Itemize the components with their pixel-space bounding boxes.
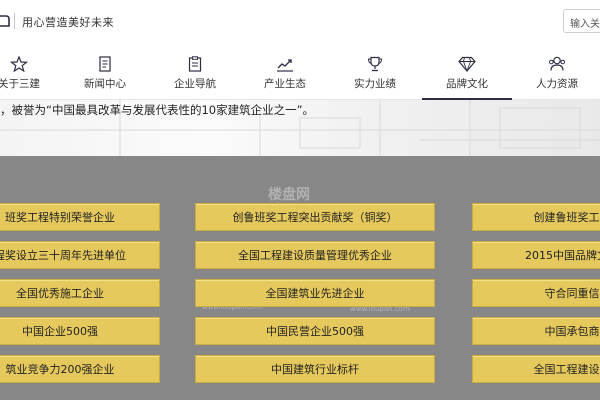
honor-plaque: 全国工程建设诚	[472, 355, 600, 383]
slogan: 用心营造美好未来	[22, 16, 114, 29]
nav-item-news[interactable]: 新闻中心	[80, 44, 130, 100]
honor-plaque: 创建鲁班奖工程	[472, 203, 600, 231]
nav-item-industry[interactable]: 产业生态	[260, 44, 310, 100]
honor-plaque: 全国工程建设质量管理优秀企业	[195, 241, 435, 269]
search-input[interactable]: 输入关键字	[563, 9, 600, 33]
nav-item-brand-culture[interactable]: 品牌文化	[422, 44, 512, 100]
nav-label: 产业生态	[264, 78, 306, 90]
star-icon	[9, 55, 29, 73]
nav-label: 新闻中心	[84, 78, 126, 90]
logo[interactable]	[0, 13, 10, 29]
honor-plaque: 筑业竞争力200强企业	[0, 355, 160, 383]
trophy-icon	[366, 56, 384, 72]
honor-plaque: 守合同重信	[472, 279, 600, 307]
nav-label: 实力业绩	[354, 78, 396, 90]
header-divider	[14, 13, 15, 29]
nav-label: 人力资源	[536, 78, 578, 90]
people-icon	[548, 56, 566, 72]
header: 用心营造美好未来 输入关键字	[0, 0, 600, 44]
trend-chart-icon	[276, 56, 294, 72]
nav-item-enterprise[interactable]: 企业导航	[170, 44, 220, 100]
document-icon	[96, 56, 114, 72]
diamond-icon	[458, 56, 476, 73]
nav-item-hr[interactable]: 人力资源	[532, 44, 582, 100]
honor-plaque: 中国承包商	[472, 317, 600, 345]
nav-item-achievements[interactable]: 实力业绩	[350, 44, 400, 100]
honor-plaque: 中国建筑行业标杆	[195, 355, 435, 383]
main-nav: 关于三建 新闻中心 企业导航 产业生态 实力业绩 品牌文化 人力资源	[0, 44, 600, 100]
honor-plaque: 中国企业500强	[0, 317, 160, 345]
honors-panel: 楼盘网 www.loupan.com 楼盘网 www.loupan.com 楼盘…	[0, 156, 600, 400]
honor-plaque: 班奖工程特别荣誉企业	[0, 203, 160, 231]
honor-plaque: 创鲁班奖工程突出贡献奖（铜奖）	[195, 203, 435, 231]
honor-plaque: 全国建筑业先进企业	[195, 279, 435, 307]
honor-plaque: 全国优秀施工企业	[0, 279, 160, 307]
nav-label: 品牌文化	[446, 78, 488, 90]
nav-label: 企业导航	[174, 78, 216, 90]
intro-text: ，被誉为“中国最具改革与发展代表性的10家建筑企业之一”。	[0, 103, 315, 117]
clipboard-icon	[186, 56, 204, 72]
intro-section: ，被誉为“中国最具改革与发展代表性的10家建筑企业之一”。	[0, 100, 600, 156]
honor-plaque: 2015中国品牌文化	[472, 241, 600, 269]
honor-plaque: 程奖设立三十周年先进单位	[0, 241, 160, 269]
honor-plaque: 中国民营企业500强	[195, 317, 435, 345]
nav-item-about[interactable]: 关于三建	[0, 44, 44, 100]
nav-label: 关于三建	[0, 78, 40, 90]
